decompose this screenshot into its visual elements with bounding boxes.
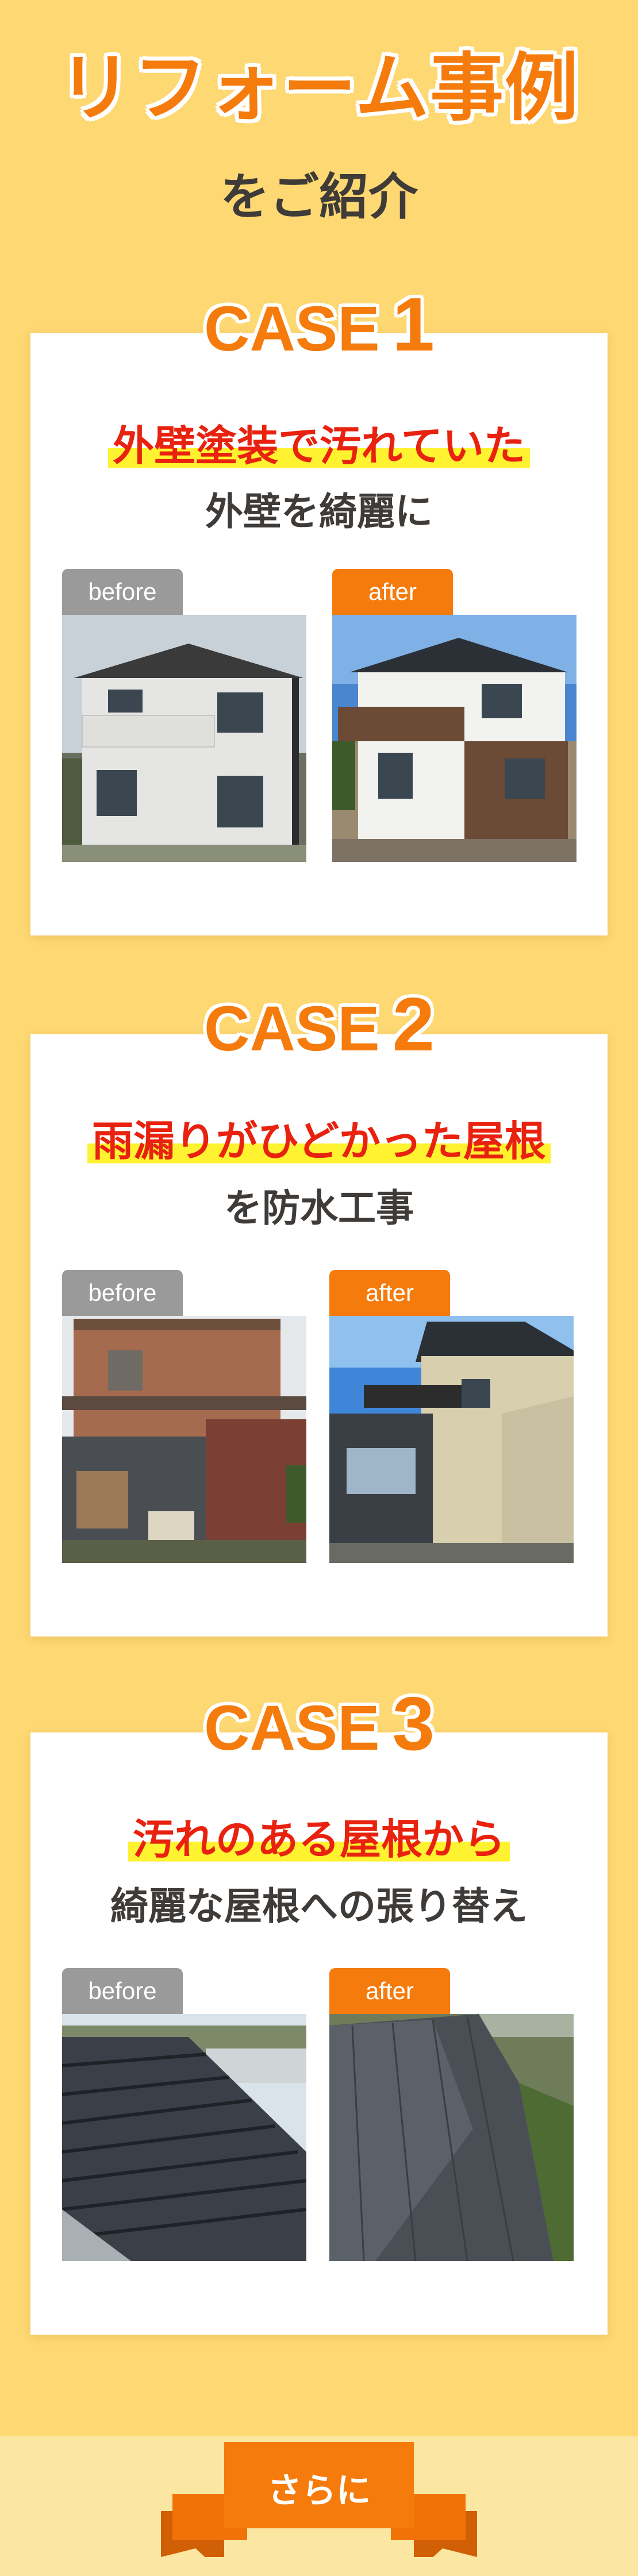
case-1-headline: 外壁塗装で汚れていた (108, 422, 530, 470)
before-tag: before (62, 569, 183, 615)
case-2-subline: を防水工事 (224, 1186, 414, 1230)
case-2-after-photo (329, 1316, 574, 1563)
case-card-3: 汚れのある屋根から 綺麗な屋根への張り替え before after (30, 1732, 608, 2335)
case-label-3: CASE 3 (204, 1681, 435, 1766)
case-3-after-photo (329, 2014, 574, 2261)
before-tag: before (62, 1270, 183, 1316)
case-3-before-photo (62, 2014, 306, 2261)
after-tag: after (332, 569, 453, 615)
case-2-before-photo (62, 1316, 306, 1563)
after-tag: after (329, 1270, 450, 1316)
page-subtitle: をご紹介 (220, 168, 418, 226)
case-label-1: CASE 1 (204, 282, 435, 367)
before-tag: before (62, 1968, 183, 2014)
after-tag: after (329, 1968, 450, 2014)
page-title: リフォーム事例 (58, 45, 580, 131)
page: リフォーム事例 をご紹介 外壁塗装で汚れていた 外壁を綺麗に before af… (0, 0, 638, 2576)
case-1-subline: 外壁を綺麗に (205, 490, 433, 534)
case-card-1: 外壁塗装で汚れていた 外壁を綺麗に before after (30, 333, 608, 935)
case-1-before-photo (62, 615, 306, 862)
case-2-headline: 雨漏りがひどかった屋根 (87, 1117, 551, 1165)
case-1-after-photo (332, 615, 576, 862)
case-3-subline: 綺麗な屋根への張り替え (110, 1884, 528, 1928)
case-label-2: CASE 2 (204, 982, 435, 1066)
case-card-2: 雨漏りがひどかった屋根 を防水工事 before after (30, 1034, 608, 1637)
more-button[interactable]: さらに (224, 2462, 414, 2520)
case-3-headline: 汚れのある屋根から (128, 1815, 510, 1863)
